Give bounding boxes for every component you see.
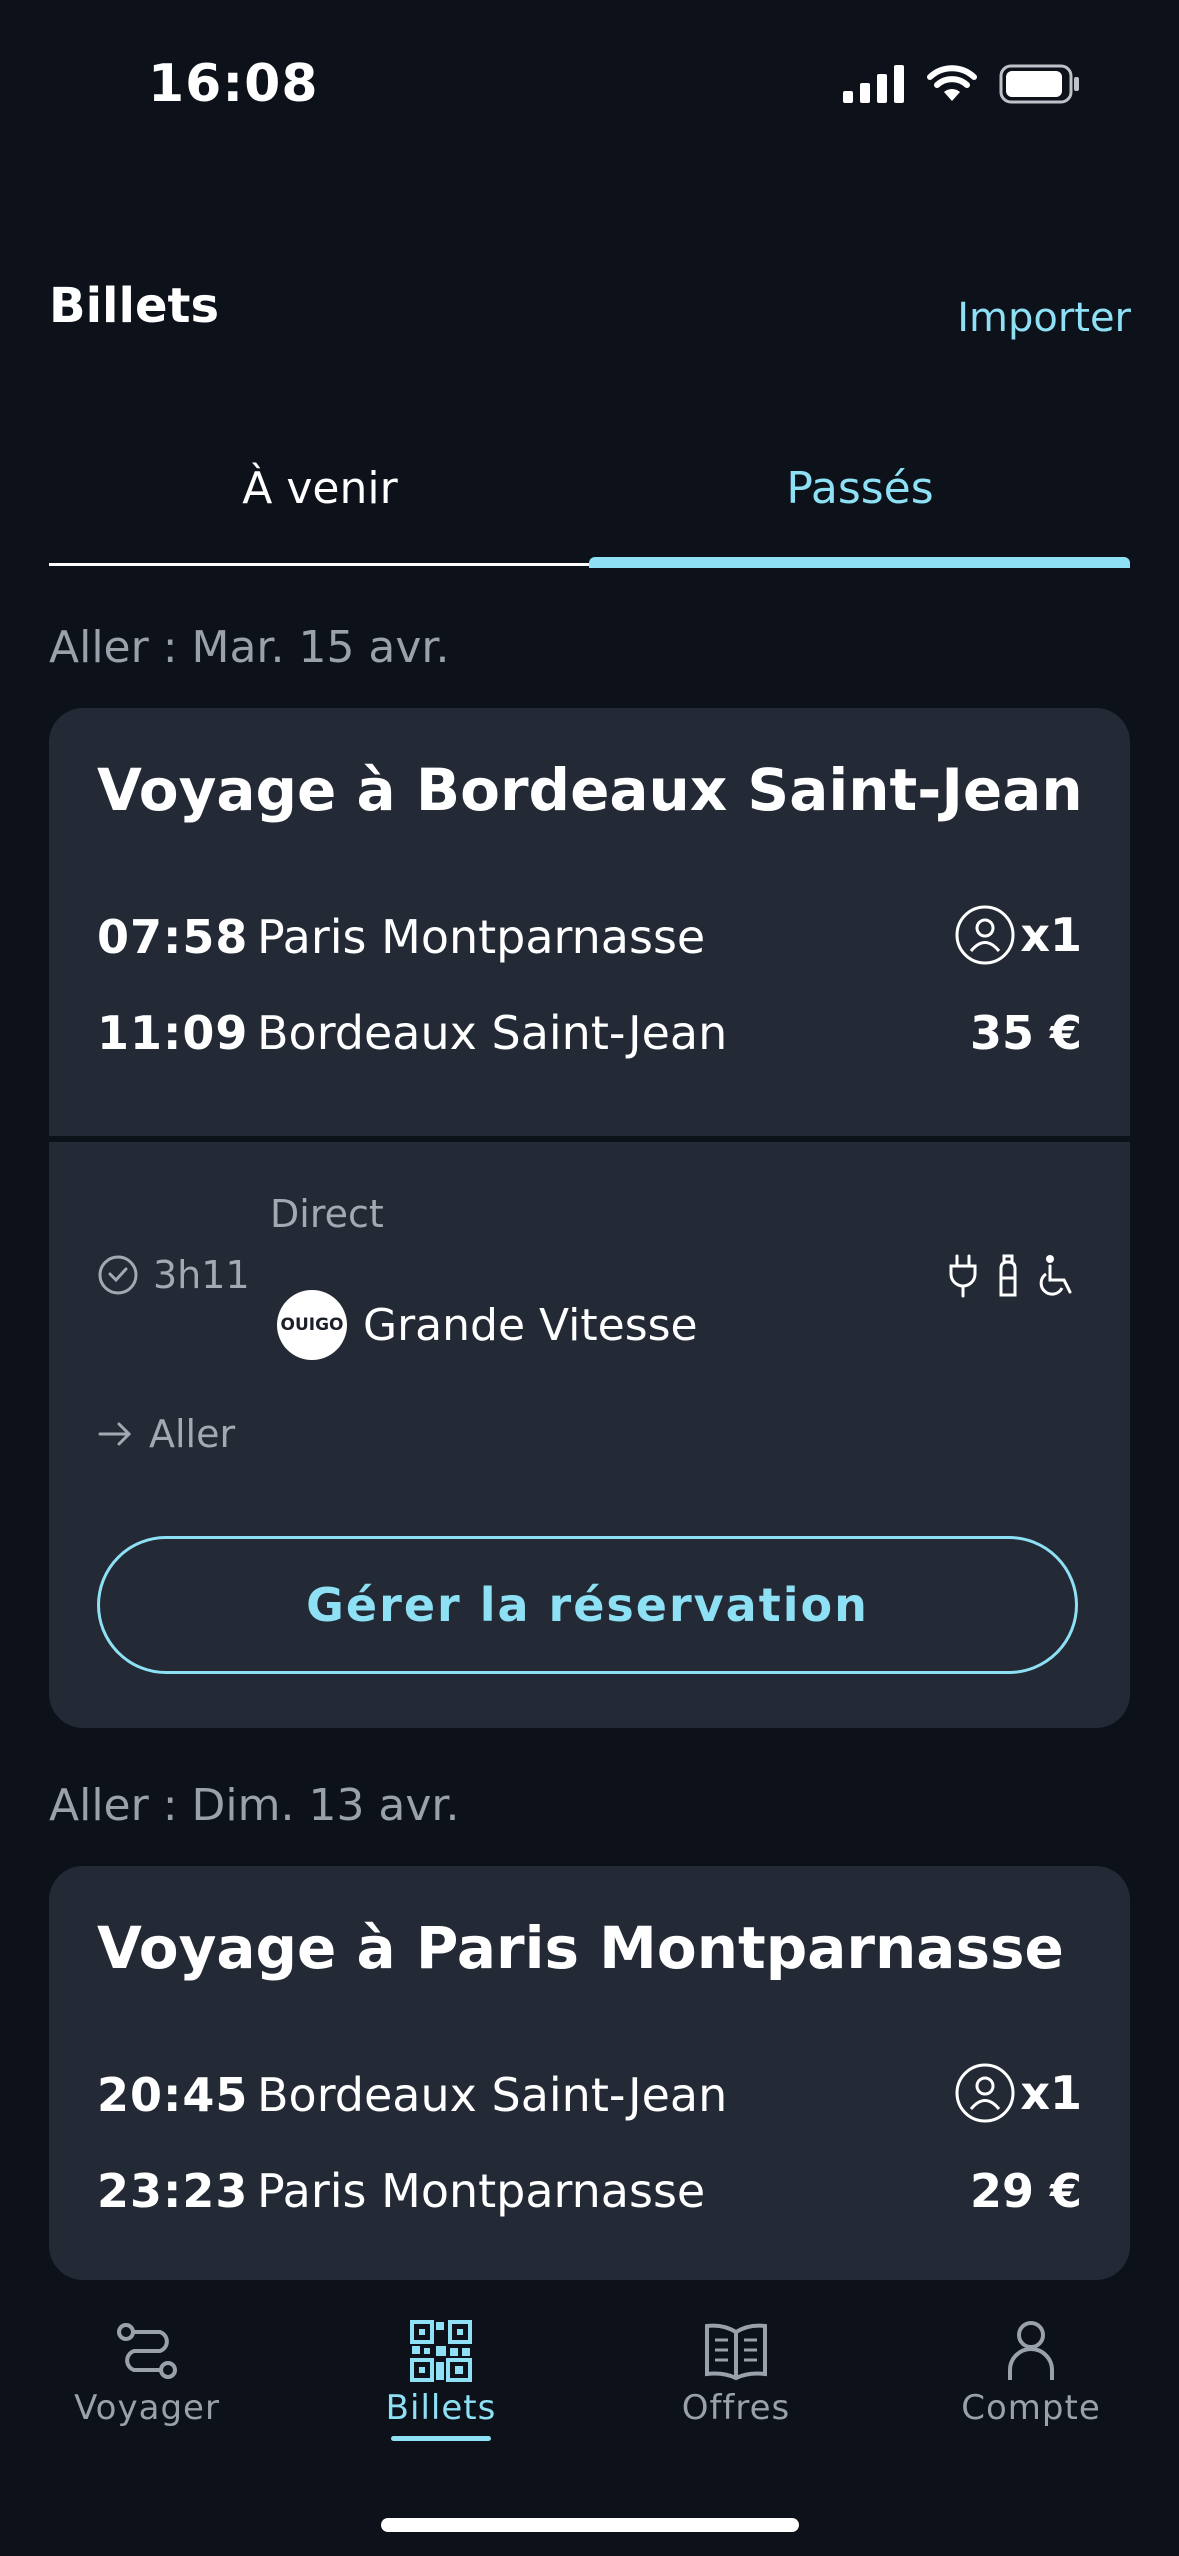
arrival-time: 23:23	[97, 2164, 249, 2218]
passenger-count: x1	[954, 904, 1082, 966]
operator-name: Grande Vitesse	[363, 1299, 698, 1351]
import-link[interactable]: Importer	[957, 295, 1131, 341]
direction-text: Aller	[149, 1412, 236, 1456]
nav-label: Voyager	[74, 2388, 220, 2428]
home-indicator	[381, 2518, 799, 2532]
active-nav-indicator	[391, 2436, 491, 2441]
passenger-count: x1	[954, 2062, 1082, 2124]
bottle-icon	[999, 1254, 1017, 1297]
departure-time: 07:58	[97, 910, 249, 964]
nav-voyager[interactable]: Voyager	[0, 2320, 294, 2428]
trip-price: 35 €	[969, 1006, 1082, 1060]
nav-compte[interactable]: Compte	[884, 2320, 1178, 2428]
passenger-icon	[955, 2063, 1015, 2123]
arrival-station: Bordeaux Saint-Jean	[257, 1006, 728, 1060]
status-time: 16:08	[148, 54, 319, 114]
wheelchair-icon	[1039, 1255, 1072, 1296]
card-divider	[49, 1136, 1130, 1142]
nav-offres[interactable]: Offres	[589, 2320, 883, 2428]
trip-date-label: Aller : Dim. 13 avr.	[49, 1780, 460, 1831]
train-operator: OUIGO Grande Vitesse	[277, 1290, 698, 1360]
clock-icon	[98, 1255, 138, 1295]
wifi-icon	[927, 65, 977, 101]
page-title: Billets	[49, 278, 220, 334]
nav-label: Compte	[961, 2388, 1101, 2428]
passenger-icon	[955, 905, 1015, 965]
trip-title: Voyage à Bordeaux Saint-Jean	[97, 756, 1083, 824]
open-book-icon	[705, 2323, 767, 2381]
passenger-count-text: x1	[1020, 2066, 1082, 2120]
status-icons	[843, 64, 1081, 104]
active-tab-indicator	[589, 557, 1130, 568]
connection-type: Direct	[270, 1192, 384, 1236]
tab-upcoming[interactable]: À venir	[49, 463, 591, 514]
nav-billets[interactable]: Billets	[294, 2320, 588, 2441]
trip-card[interactable]: Voyage à Paris Montparnasse 20:45 Bordea…	[49, 1866, 1130, 2280]
signal-icon	[843, 65, 904, 103]
trip-price: 29 €	[969, 2164, 1082, 2218]
tab-past[interactable]: Passés	[589, 463, 1131, 514]
ouigo-logo: OUIGO	[277, 1290, 347, 1360]
person-icon	[1008, 2321, 1054, 2380]
amenities	[948, 1254, 1078, 1298]
scrolled-title-remnant	[49, 362, 449, 398]
trip-direction: Aller	[97, 1412, 235, 1456]
nav-label: Billets	[385, 2388, 497, 2428]
departure-station: Paris Montparnasse	[257, 910, 706, 964]
arrival-time: 11:09	[97, 1006, 249, 1060]
bottom-nav: Voyager Billets Offres Compte	[0, 2280, 1179, 2556]
departure-station: Bordeaux Saint-Jean	[257, 2068, 728, 2122]
manage-booking-button[interactable]: Gérer la réservation	[97, 1536, 1078, 1674]
battery-icon	[999, 64, 1079, 104]
power-plug-icon	[949, 1254, 977, 1298]
departure-time: 20:45	[97, 2068, 249, 2122]
nav-label: Offres	[681, 2388, 791, 2428]
qr-code-icon	[410, 2320, 472, 2382]
duration-text: 3h11	[153, 1253, 250, 1297]
arrow-right-icon	[98, 1422, 132, 1446]
trip-title: Voyage à Paris Montparnasse	[97, 1914, 1064, 1982]
passenger-count-text: x1	[1020, 908, 1082, 962]
route-icon	[117, 2323, 177, 2379]
trip-duration: 3h11	[97, 1253, 250, 1297]
trip-card[interactable]: Voyage à Bordeaux Saint-Jean 07:58 Paris…	[49, 708, 1130, 1728]
arrival-station: Paris Montparnasse	[257, 2164, 706, 2218]
trip-date-label: Aller : Mar. 15 avr.	[49, 622, 450, 673]
